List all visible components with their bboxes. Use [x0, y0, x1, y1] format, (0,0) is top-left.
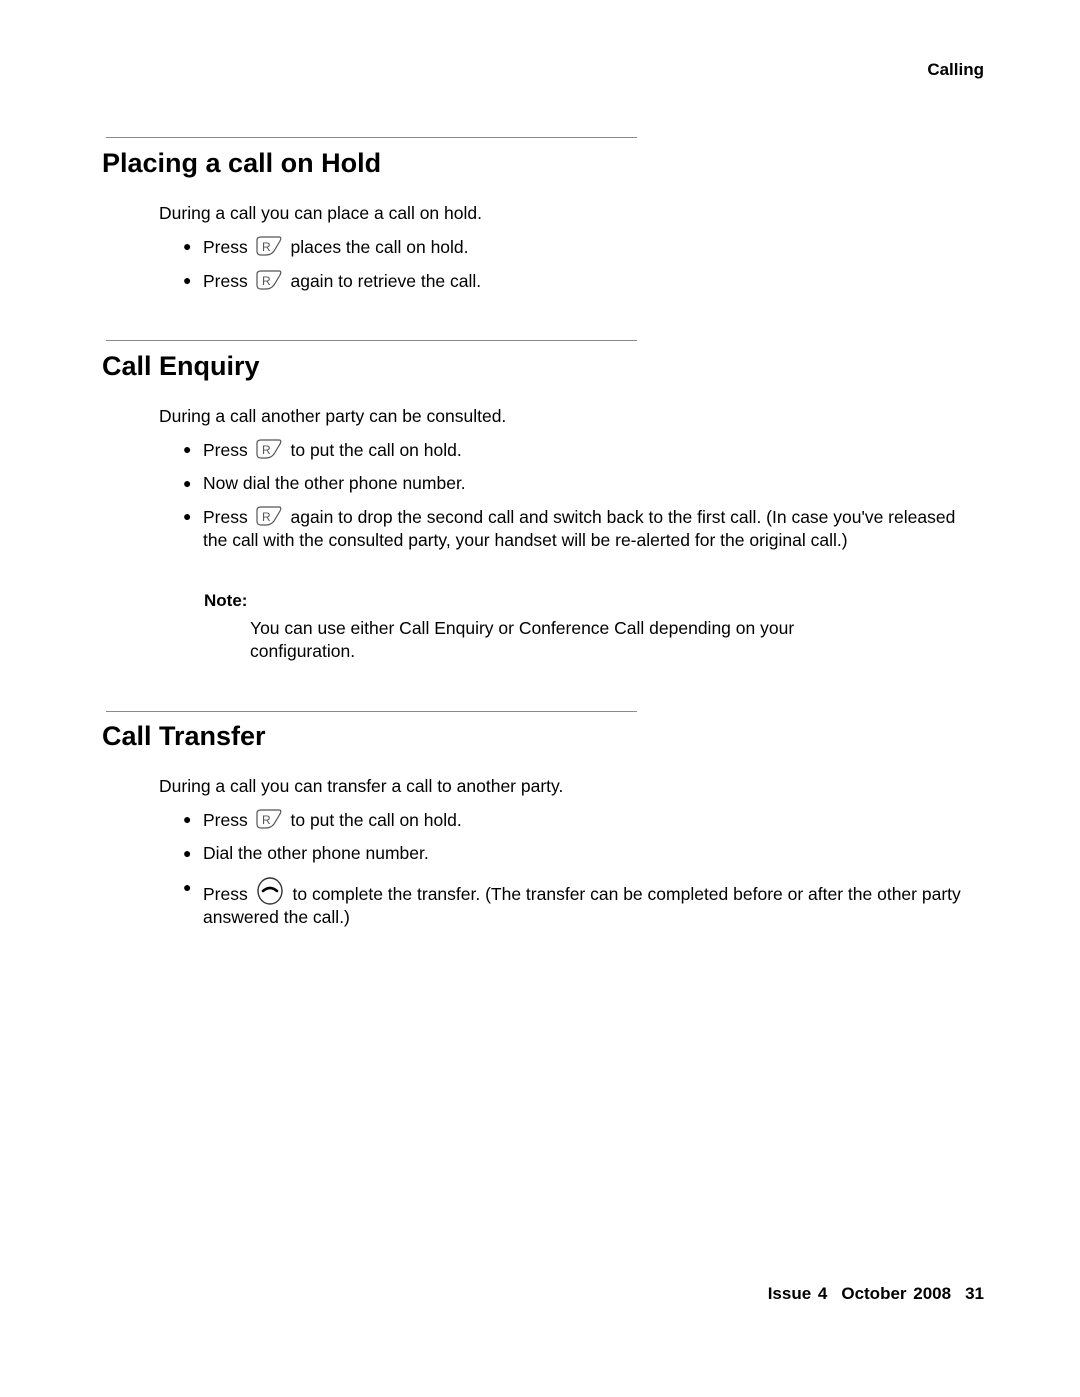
list-item: ● Now dial the other phone number.	[183, 473, 466, 493]
svg-text:R: R	[262, 274, 271, 288]
section-intro: During a call you can place a call on ho…	[159, 203, 482, 223]
bullet-icon: ●	[183, 475, 192, 491]
section-divider	[106, 340, 637, 341]
bullet-icon: ●	[183, 272, 192, 288]
section-intro: During a call another party can be consu…	[159, 406, 507, 426]
end-call-key-icon	[256, 877, 283, 905]
svg-text:R: R	[262, 813, 271, 827]
svg-text:R: R	[262, 240, 271, 254]
list-item: ● Press R to put the call on hold.	[183, 439, 462, 460]
bullet-icon: ●	[183, 238, 192, 254]
svg-text:R: R	[262, 443, 271, 457]
r-key-icon: R	[256, 439, 282, 459]
section-divider	[106, 711, 637, 712]
list-item: ● Press R places the call on hold.	[183, 236, 469, 257]
list-item: ● Press R again to drop the second call …	[183, 506, 956, 550]
r-key-icon: R	[256, 270, 282, 290]
bullet-icon: ●	[183, 879, 192, 895]
r-key-icon: R	[256, 236, 282, 256]
page-number: 31	[965, 1284, 984, 1303]
footer-date: October 2008	[841, 1284, 952, 1303]
r-key-icon: R	[256, 809, 282, 829]
footer-issue: Issue 4	[767, 1284, 828, 1303]
page-footer: Issue 4 October 2008 31	[754, 1284, 984, 1304]
r-key-icon: R	[256, 506, 282, 526]
section-title-transfer: Call Transfer	[102, 721, 266, 751]
svg-text:R: R	[262, 510, 271, 524]
note-label: Note:	[204, 591, 248, 610]
list-item: ● Dial the other phone number.	[183, 843, 429, 863]
list-item: ● Press R again to retrieve the call.	[183, 270, 482, 291]
list-item: ● Press to complete the transfer. (The t…	[183, 876, 963, 929]
bullet-icon: ●	[183, 508, 192, 524]
running-header: Calling	[927, 60, 984, 79]
bullet-icon: ●	[183, 811, 192, 827]
section-title-hold: Placing a call on Hold	[102, 148, 382, 178]
list-item: ● Press R to put the call on hold.	[183, 809, 462, 830]
note-text: You can use either Call Enquiry or Confe…	[250, 618, 795, 661]
section-intro: During a call you can transfer a call to…	[159, 776, 564, 796]
bullet-icon: ●	[183, 845, 192, 861]
bullet-icon: ●	[183, 441, 192, 457]
section-title-enquiry: Call Enquiry	[102, 351, 260, 381]
section-divider	[106, 137, 637, 138]
